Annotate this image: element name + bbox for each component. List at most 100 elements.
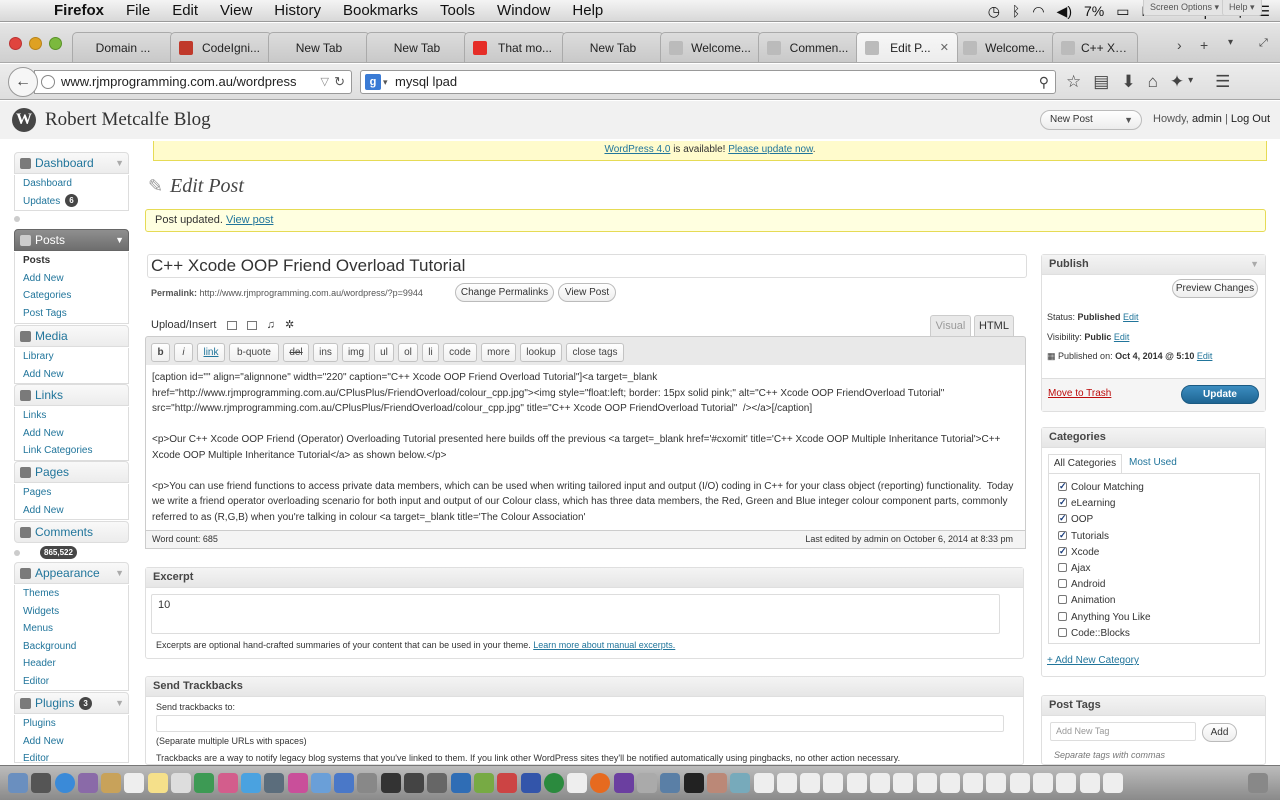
chevron-down-icon[interactable]: ▼ <box>115 563 124 583</box>
battery-percent[interactable]: 7% <box>1084 3 1104 19</box>
sidebar-subitem-themes[interactable]: Themes <box>15 585 128 603</box>
app-icon[interactable] <box>427 773 448 793</box>
sidebar-item-posts[interactable]: Posts ▼ <box>14 229 129 251</box>
quicktag-link-button[interactable]: link <box>197 343 225 362</box>
quicktag-bold-button[interactable]: b <box>151 343 170 362</box>
back-button[interactable]: ← <box>8 67 38 97</box>
tab[interactable]: Commen... <box>758 32 860 62</box>
quicktag-lookup-button[interactable]: lookup <box>520 343 562 362</box>
view-post-button[interactable]: View Post <box>558 283 616 302</box>
tab[interactable]: Welcome... <box>954 32 1056 62</box>
sidebar-item-pages[interactable]: Pages <box>14 461 129 483</box>
window-thumbnail-icon[interactable] <box>823 773 844 793</box>
notes-icon[interactable] <box>147 773 168 793</box>
menu-history[interactable]: History <box>274 2 321 19</box>
system-preferences-icon[interactable] <box>357 773 378 793</box>
quicktag-ul-button[interactable]: ul <box>374 343 394 362</box>
quicktag-ins-button[interactable]: ins <box>313 343 338 362</box>
open-menu-icon[interactable]: ☰ <box>1215 72 1230 92</box>
sidebar-subitem-posts[interactable]: Posts <box>15 252 128 270</box>
sidebar-subitem-add-new[interactable]: Add New <box>15 270 128 288</box>
menu-bookmarks[interactable]: Bookmarks <box>343 2 418 19</box>
edit-date-link[interactable]: Edit <box>1197 351 1213 361</box>
tab-active[interactable]: Edit P... ✕ <box>856 32 958 62</box>
tab[interactable]: New Tab <box>366 32 468 62</box>
menu-window[interactable]: Window <box>497 2 550 19</box>
edit-status-link[interactable]: Edit <box>1123 312 1139 322</box>
sidebar-item-plugins[interactable]: Plugins 3 ▼ <box>14 692 129 714</box>
quicktag-del-button[interactable]: del <box>283 343 309 362</box>
app-icon[interactable] <box>380 773 401 793</box>
checkbox[interactable] <box>1058 494 1067 510</box>
checkbox[interactable] <box>1058 627 1067 637</box>
app-icon[interactable] <box>404 773 425 793</box>
sidebar-subitem-links[interactable]: Links <box>15 407 128 425</box>
menu-view[interactable]: View <box>220 2 252 19</box>
menu-help[interactable]: Help <box>572 2 603 19</box>
search-bar[interactable]: g ▾ mysql lpad ⚲ <box>360 70 1056 94</box>
sidebar-item-media[interactable]: Media <box>14 325 129 347</box>
sidebar-subitem-background[interactable]: Background <box>15 638 128 656</box>
tab[interactable]: New Tab <box>562 32 664 62</box>
trackbacks-input[interactable] <box>156 715 1004 732</box>
post-tags-box-title[interactable]: Post Tags <box>1042 696 1265 716</box>
post-content-textarea[interactable]: [caption id="" align="alignnone" width="… <box>145 365 1026 531</box>
list-item[interactable]: Tutorials <box>1058 527 1259 545</box>
home-icon[interactable]: ⌂ <box>1148 72 1158 92</box>
window-thumbnail-icon[interactable] <box>1009 773 1030 793</box>
excerpt-textarea[interactable]: 10 <box>151 594 1000 634</box>
checkbox[interactable] <box>1058 543 1067 559</box>
quicktag-img-button[interactable]: img <box>342 343 370 362</box>
sidebar-subitem-pages[interactable]: Pages <box>15 484 128 502</box>
window-thumbnail-icon[interactable] <box>800 773 821 793</box>
restore-window-icon[interactable]: ⤢ <box>1259 37 1268 50</box>
checkbox[interactable] <box>1058 595 1067 605</box>
quicktag-ol-button[interactable]: ol <box>398 343 418 362</box>
sidebar-subitem-add-new-plugin[interactable]: Add New <box>15 733 128 751</box>
list-item[interactable]: Code::Blocks <box>1058 626 1259 642</box>
calendar-icon[interactable] <box>124 773 145 793</box>
bookmark-star-icon[interactable]: ☆ <box>1066 72 1081 92</box>
time-machine-icon[interactable]: ◷ <box>988 3 1000 20</box>
app-icon[interactable] <box>637 773 658 793</box>
close-window-button[interactable] <box>9 37 22 50</box>
finder-icon[interactable] <box>8 773 28 793</box>
tab[interactable]: Welcome... <box>660 32 762 62</box>
window-thumbnail-icon[interactable] <box>776 773 797 793</box>
sidebar-item-appearance[interactable]: Appearance ▼ <box>14 562 129 584</box>
itunes-icon[interactable] <box>287 773 308 793</box>
quicktag-li-button[interactable]: li <box>422 343 439 362</box>
list-item[interactable]: OOP <box>1058 510 1259 528</box>
list-item[interactable]: Android <box>1058 577 1259 593</box>
add-audio-icon[interactable]: ♫ <box>267 319 275 331</box>
new-tab-icon[interactable]: + <box>1200 37 1208 53</box>
window-thumbnail-icon[interactable] <box>1033 773 1054 793</box>
sidebar-subitem-plugin-editor[interactable]: Editor <box>15 750 128 762</box>
checkbox[interactable] <box>1058 579 1067 589</box>
tab-list-icon[interactable]: ▾ <box>1228 37 1233 48</box>
add-new-category-link[interactable]: + Add New Category <box>1047 655 1139 666</box>
add-media-icon[interactable]: ✲ <box>285 319 294 331</box>
tab-all-categories[interactable]: All Categories <box>1048 454 1122 473</box>
tab[interactable]: That mo... <box>464 32 566 62</box>
quicktag-code-button[interactable]: code <box>443 343 477 362</box>
categories-box-title[interactable]: Categories <box>1042 428 1265 448</box>
move-to-trash-link[interactable]: Move to Trash <box>1048 388 1111 399</box>
checkbox[interactable] <box>1058 510 1067 526</box>
sidebar-item-links[interactable]: Links <box>14 384 129 406</box>
google-icon[interactable]: g <box>365 74 381 90</box>
bookmarks-list-icon[interactable]: ▤ <box>1093 72 1109 92</box>
help-button[interactable]: Help ▾ <box>1222 0 1262 16</box>
sidebar-subitem-widgets[interactable]: Widgets <box>15 603 128 621</box>
reload-icon[interactable]: ↻ <box>334 71 345 93</box>
sidebar-subitem-dashboard[interactable]: Dashboard <box>15 175 128 193</box>
window-thumbnail-icon[interactable] <box>1079 773 1100 793</box>
logout-link[interactable]: Log Out <box>1231 113 1270 125</box>
checkbox[interactable] <box>1058 527 1067 543</box>
add-image-icon[interactable] <box>226 320 237 330</box>
tab[interactable]: New Tab <box>268 32 370 62</box>
zoom-window-button[interactable] <box>49 37 62 50</box>
window-thumbnail-icon[interactable] <box>1102 773 1123 793</box>
window-thumbnail-icon[interactable] <box>893 773 914 793</box>
tab[interactable]: C++ Xco... <box>1052 32 1138 62</box>
